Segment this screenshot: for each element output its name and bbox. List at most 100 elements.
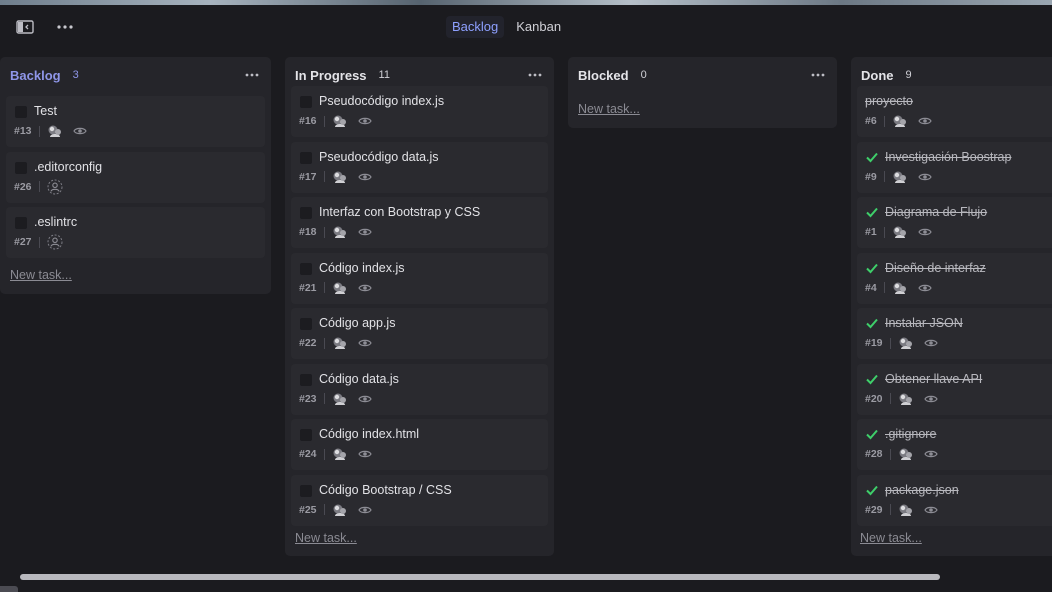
task-card[interactable]: Código index.js #21 [291, 252, 548, 304]
eye-icon[interactable] [923, 394, 938, 404]
task-card[interactable]: .gitignore #28 [857, 419, 1052, 470]
task-card[interactable]: .editorconfig #26 [6, 151, 265, 203]
eye-icon[interactable] [923, 505, 938, 515]
avatar[interactable] [332, 225, 348, 239]
task-card[interactable]: Obtener llave API #20 [857, 363, 1052, 415]
task-card[interactable]: Diseño de interfaz #4 [857, 252, 1052, 304]
task-title: .eslintrc [34, 215, 78, 229]
task-checkbox[interactable] [300, 318, 312, 330]
card-list: Test #13 .editorconfig #26 .eslintrc #27 [6, 93, 265, 294]
new-task-link[interactable]: New task... [10, 268, 72, 282]
done-check-icon[interactable] [865, 372, 879, 386]
meta-divider [883, 282, 885, 293]
column-more-icon[interactable] [241, 64, 263, 86]
eye-icon[interactable] [357, 338, 372, 348]
eye-icon[interactable] [357, 116, 372, 126]
avatar[interactable] [332, 170, 348, 184]
task-card[interactable]: Código Bootstrap / CSS #25 [291, 474, 548, 526]
avatar[interactable] [332, 447, 348, 461]
task-checkbox[interactable] [300, 484, 312, 497]
done-check-icon[interactable] [865, 427, 879, 441]
avatar[interactable] [892, 225, 908, 239]
eye-icon[interactable] [357, 227, 372, 237]
task-card[interactable]: Investigación Boostrap #9 [857, 141, 1052, 193]
eye-icon[interactable] [923, 449, 938, 459]
task-checkbox[interactable] [15, 161, 27, 174]
eye-icon[interactable] [923, 338, 938, 348]
task-checkbox[interactable] [300, 429, 312, 441]
avatar[interactable] [892, 170, 908, 184]
tab-backlog[interactable]: Backlog [446, 16, 505, 38]
eye-icon[interactable] [357, 283, 372, 293]
avatar[interactable] [332, 114, 348, 128]
new-task-link[interactable]: New task... [860, 531, 922, 545]
avatar[interactable] [898, 503, 914, 517]
task-checkbox[interactable] [300, 373, 312, 386]
task-card[interactable]: Pseudocódigo index.js #16 [291, 86, 548, 137]
avatar[interactable] [898, 392, 914, 406]
avatar[interactable] [47, 124, 63, 138]
avatar[interactable] [898, 336, 914, 350]
avatar[interactable] [332, 336, 348, 350]
eye-icon[interactable] [917, 283, 932, 293]
eye-icon[interactable] [917, 172, 932, 182]
done-check-icon[interactable] [865, 261, 879, 275]
column-more-icon[interactable] [807, 64, 829, 86]
task-checkbox[interactable] [300, 151, 312, 164]
meta-divider [323, 226, 325, 238]
app-window: Backlog Kanban Backlog 3 Test #13 .editorc… [0, 0, 1052, 592]
task-card[interactable]: Código index.html #24 [291, 419, 548, 470]
eye-icon[interactable] [357, 394, 372, 404]
task-number: #17 [299, 170, 317, 183]
task-checkbox[interactable] [15, 217, 27, 229]
column-title: Done [861, 67, 894, 83]
task-title: package.json [885, 482, 959, 497]
more-options-icon[interactable] [53, 15, 77, 39]
task-card[interactable]: package.json #29 [857, 474, 1052, 526]
task-card[interactable]: Pseudocódigo data.js #17 [291, 141, 548, 193]
column-title: In Progress [295, 67, 367, 83]
task-number: #25 [299, 503, 317, 516]
avatar[interactable] [332, 392, 348, 406]
eye-icon[interactable] [917, 227, 932, 237]
eye-icon[interactable] [72, 126, 87, 136]
task-number: #20 [865, 392, 883, 405]
eye-icon[interactable] [917, 116, 932, 126]
column-more-icon[interactable] [524, 64, 546, 86]
task-card[interactable]: Diagrama de Flujo #1 [857, 197, 1052, 248]
task-card[interactable]: .eslintrc #27 [6, 207, 265, 258]
new-task-link[interactable]: New task... [578, 102, 640, 116]
done-check-icon[interactable] [865, 316, 879, 330]
avatar[interactable] [332, 503, 348, 517]
task-checkbox[interactable] [300, 262, 312, 275]
done-check-icon[interactable] [865, 483, 879, 497]
horizontal-scrollbar[interactable] [20, 574, 940, 580]
avatar[interactable] [332, 281, 348, 295]
eye-icon[interactable] [357, 172, 372, 182]
avatar[interactable] [892, 281, 908, 295]
meta-divider [883, 226, 885, 238]
task-card[interactable]: Código data.js #23 [291, 363, 548, 415]
eye-icon[interactable] [357, 449, 372, 459]
done-check-icon[interactable] [865, 150, 879, 164]
avatar[interactable] [892, 114, 908, 128]
task-card[interactable]: Interfaz con Bootstrap y CSS #18 [291, 197, 548, 248]
unassigned-user-icon[interactable] [47, 234, 63, 250]
task-card[interactable]: Test #13 [6, 96, 265, 147]
task-checkbox[interactable] [15, 106, 27, 118]
column-count: 11 [378, 69, 390, 81]
tab-kanban[interactable]: Kanban [510, 16, 567, 38]
task-card[interactable]: Código app.js #22 [291, 308, 548, 359]
unassigned-user-icon[interactable] [47, 179, 63, 195]
column-in-progress: In Progress 11 Pseudocódigo index.js #16 P… [285, 57, 554, 556]
avatar[interactable] [898, 447, 914, 461]
task-checkbox[interactable] [300, 96, 312, 108]
task-title: Diseño de interfaz [885, 260, 986, 275]
task-card[interactable]: proyecto #6 [857, 86, 1052, 137]
sidebar-toggle-icon[interactable] [13, 15, 37, 39]
eye-icon[interactable] [357, 505, 372, 515]
task-card[interactable]: Instalar JSON #19 [857, 308, 1052, 359]
new-task-link[interactable]: New task... [295, 531, 357, 545]
task-checkbox[interactable] [300, 207, 312, 219]
done-check-icon[interactable] [865, 205, 879, 219]
